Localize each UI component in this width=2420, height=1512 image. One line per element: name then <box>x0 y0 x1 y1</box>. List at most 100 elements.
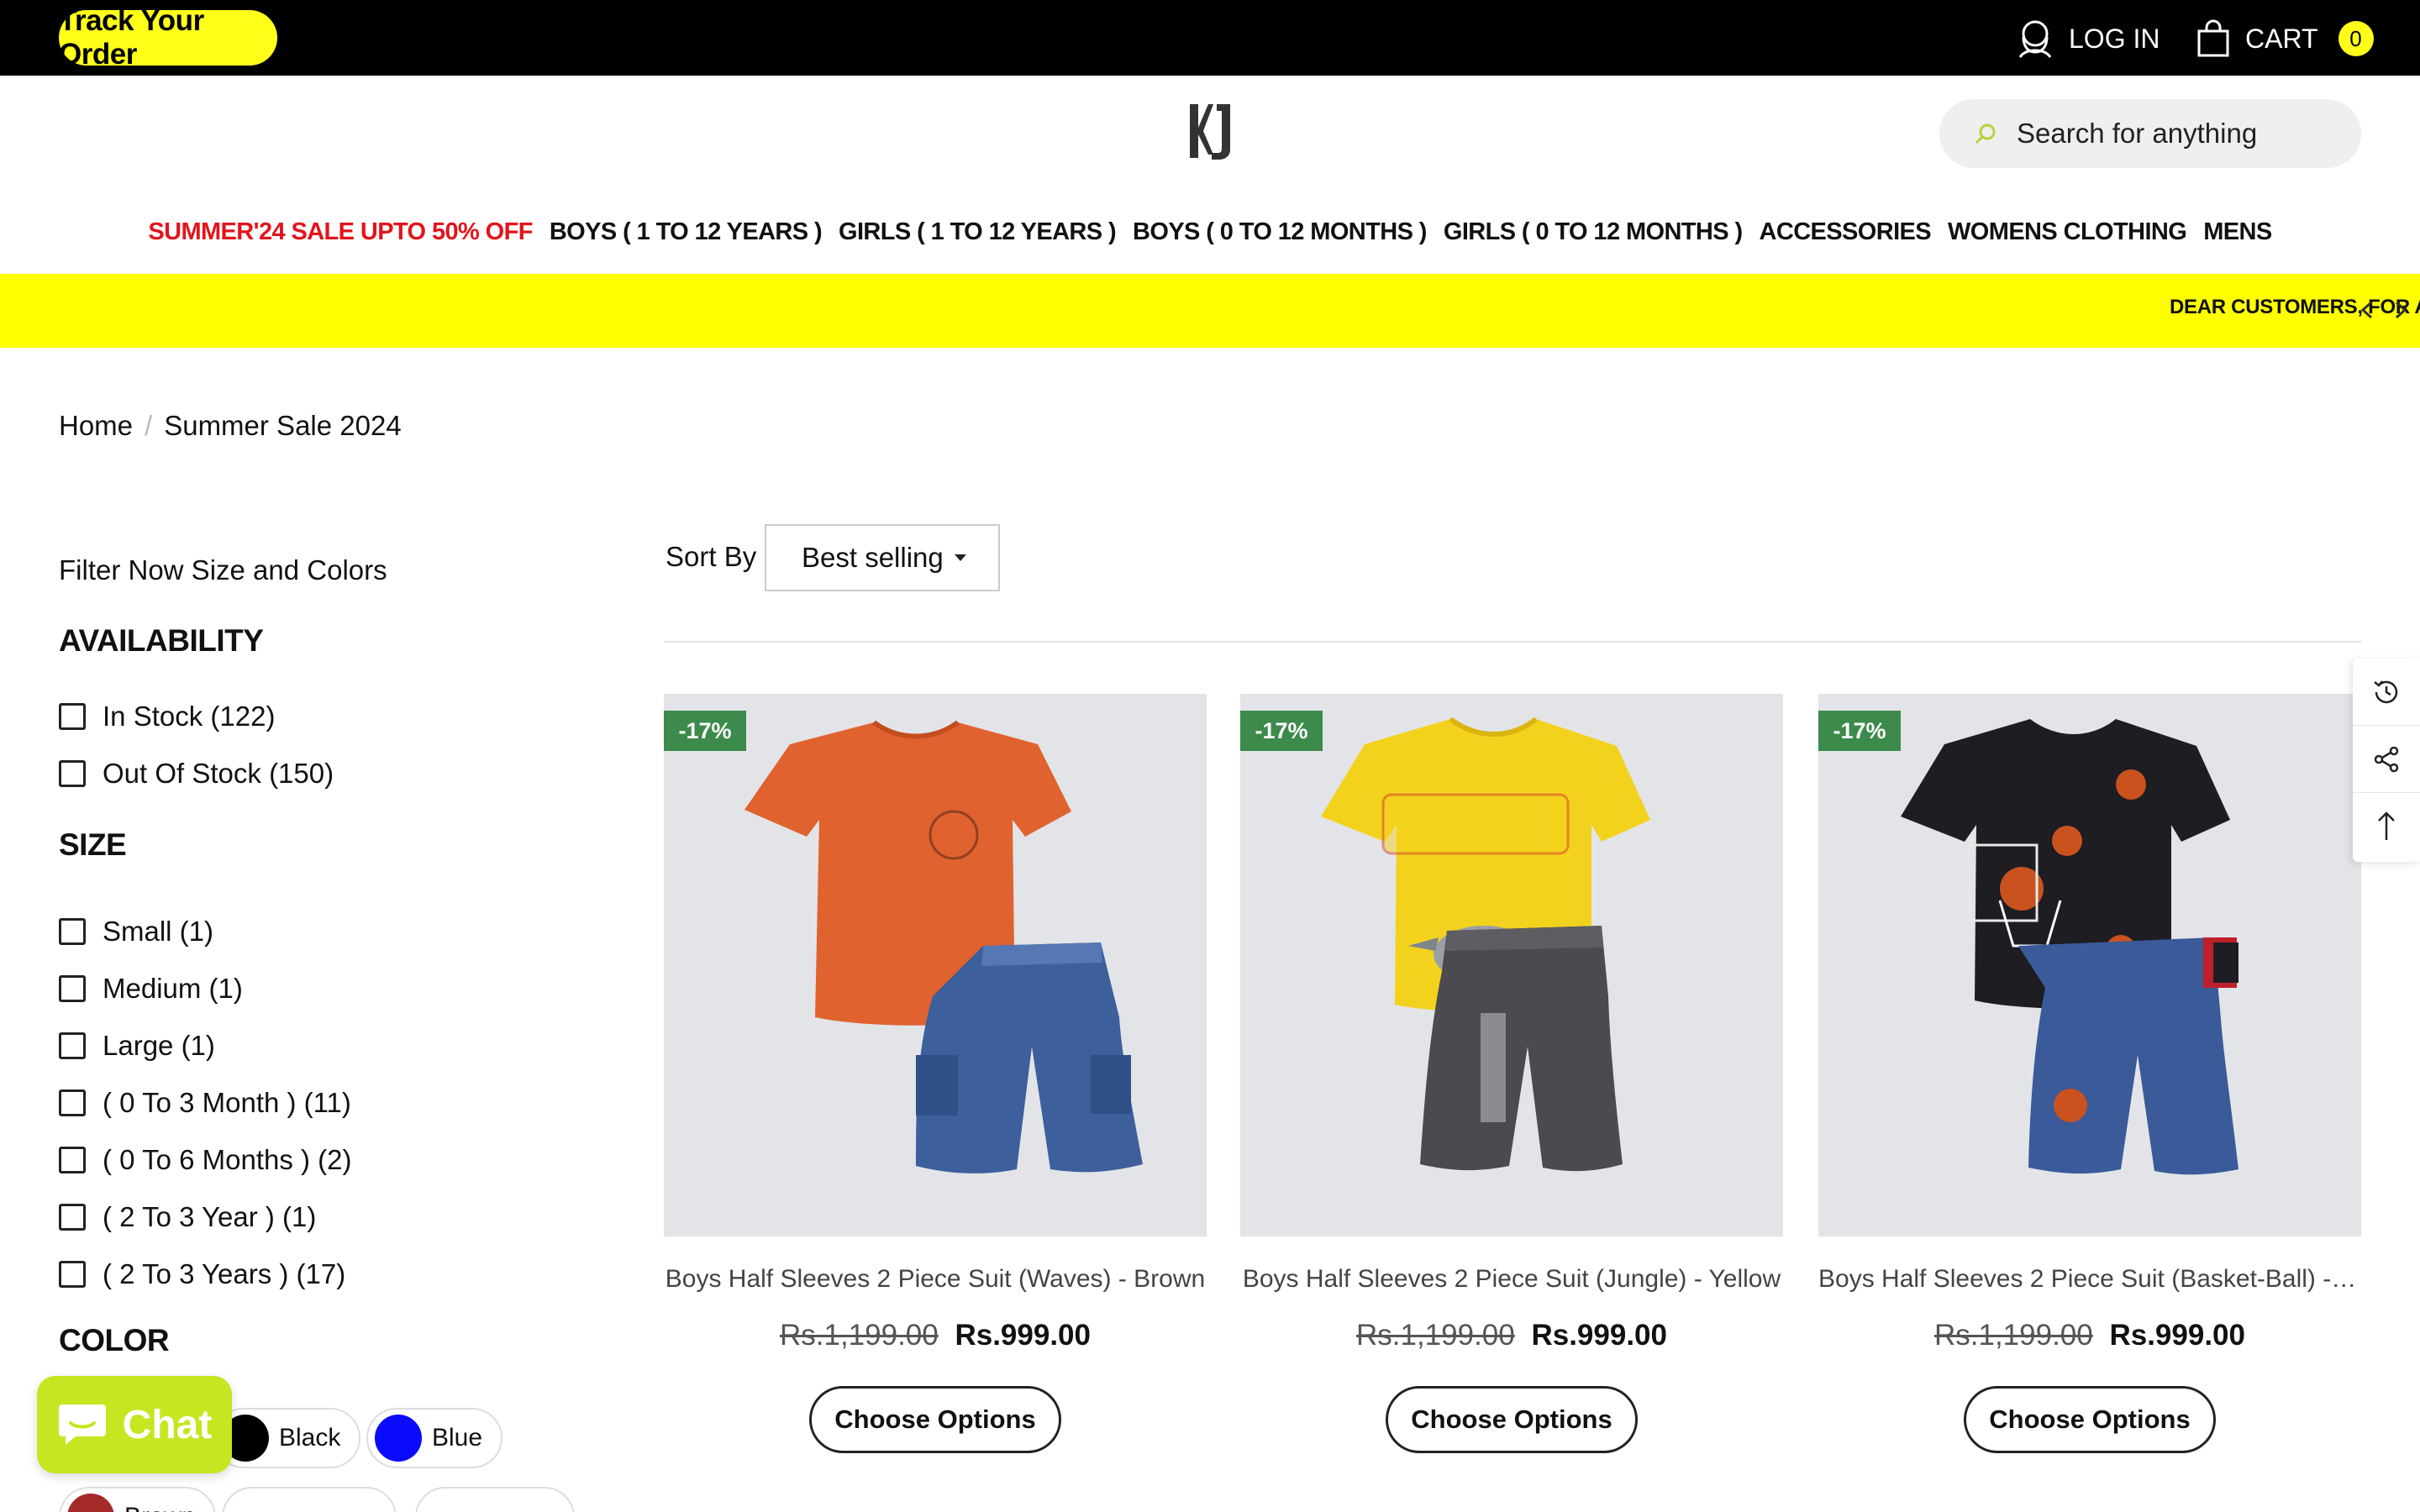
filter-label: ( 2 To 3 Year ) (1) <box>103 1201 317 1232</box>
compare-price: Rs.1,199.00 <box>1933 1319 2093 1352</box>
product-card[interactable]: -17% Boys Half Sleeves 2 Piece Suit (Bas… <box>1818 694 2361 1453</box>
checkbox[interactable] <box>59 1032 86 1059</box>
chat-bubble-icon <box>58 1404 106 1445</box>
sale-price: Rs.999.00 <box>1531 1319 1667 1352</box>
nav-item-summer-sale[interactable]: SUMMER'24 SALE UPTO 50% OFF <box>148 218 533 246</box>
filter-size-0-6-months[interactable]: ( 0 To 6 Months ) (2) <box>59 1144 352 1176</box>
price-row: Rs.1,199.00 Rs.999.00 <box>664 1319 1207 1352</box>
cart-label: CART <box>2245 23 2318 54</box>
product-card[interactable]: -17% Boys Half Sleeves 2 Piece Suit (Jun… <box>1240 694 1783 1453</box>
chevron-right-icon[interactable] <box>2391 294 2410 326</box>
product-image[interactable]: -17% <box>1818 694 2361 1236</box>
product-title[interactable]: Boys Half Sleeves 2 Piece Suit (Basket-B… <box>1818 1265 2361 1294</box>
user-icon <box>2018 20 2052 58</box>
color-dot <box>67 1494 114 1512</box>
filter-label: Large (1) <box>103 1030 215 1061</box>
color-label: Blue <box>432 1424 483 1452</box>
login-label: LOG IN <box>2069 23 2160 54</box>
filter-size-2-3-years[interactable]: ( 2 To 3 Years ) (17) <box>59 1258 345 1290</box>
chevron-left-icon[interactable] <box>2358 294 2376 326</box>
price-row: Rs.1,199.00 Rs.999.00 <box>1818 1319 2361 1352</box>
store-logo[interactable] <box>1185 101 1235 161</box>
nav-item-girls-0-12-months[interactable]: GIRLS ( 0 TO 12 MONTHS ) <box>1444 218 1743 246</box>
color-heading[interactable]: COLOR <box>59 1323 170 1358</box>
nav-item-boys-1-12-years[interactable]: BOYS ( 1 TO 12 YEARS ) <box>550 218 823 246</box>
choose-options-button[interactable]: Choose Options <box>1386 1386 1638 1453</box>
sort-value: Best selling <box>802 542 944 573</box>
filter-label: Small (1) <box>103 916 214 947</box>
filter-label: ( 0 To 3 Month ) (11) <box>103 1087 351 1118</box>
product-photo-illustration <box>744 720 1143 1173</box>
color-swatch[interactable] <box>415 1487 575 1512</box>
availability-heading[interactable]: AVAILABILITY <box>59 623 264 659</box>
chat-button[interactable]: Chat <box>37 1376 232 1473</box>
filter-in-stock[interactable]: In Stock (122) <box>59 701 275 732</box>
filter-label: ( 2 To 3 Years ) (17) <box>103 1258 346 1289</box>
checkbox[interactable] <box>59 1089 86 1116</box>
choose-options-button[interactable]: Choose Options <box>1964 1386 2216 1453</box>
color-dot <box>375 1415 422 1462</box>
discount-badge: -17% <box>1240 711 1323 751</box>
color-label: Black <box>279 1424 341 1452</box>
track-order-button[interactable]: Track Your Order <box>59 4 277 71</box>
share-button[interactable] <box>2353 726 2420 793</box>
color-swatch[interactable] <box>222 1487 397 1512</box>
checkbox[interactable] <box>59 975 86 1002</box>
breadcrumb-home[interactable]: Home <box>59 410 133 442</box>
checkbox[interactable] <box>59 1147 86 1173</box>
floating-toolbar <box>2353 659 2420 862</box>
product-card[interactable]: -17% Boys Half Sleeves 2 Piece Suit (Wav… <box>664 694 1207 1453</box>
search-bar[interactable] <box>1939 99 2361 168</box>
compare-price: Rs.1,199.00 <box>1355 1319 1515 1352</box>
nav-item-girls-1-12-years[interactable]: GIRLS ( 1 TO 12 YEARS ) <box>839 218 1117 246</box>
product-image[interactable]: -17% <box>664 694 1207 1236</box>
checkbox[interactable] <box>59 1204 86 1231</box>
checkbox[interactable] <box>59 1261 86 1288</box>
color-swatch-blue[interactable]: Blue <box>366 1408 503 1468</box>
checkbox[interactable] <box>59 760 86 787</box>
nav-item-womens-clothing[interactable]: WOMENS CLOTHING <box>1948 218 2187 246</box>
arrow-up-icon <box>2378 811 2395 840</box>
announcement-bar: DEAR CUSTOMERS, FOR A <box>0 274 2420 348</box>
product-title[interactable]: Boys Half Sleeves 2 Piece Suit (Jungle) … <box>1240 1265 1783 1294</box>
login-link[interactable]: LOG IN <box>2017 17 2160 60</box>
filter-label: Medium (1) <box>103 973 243 1004</box>
filter-size-0-3-month[interactable]: ( 0 To 3 Month ) (11) <box>59 1087 351 1119</box>
filter-out-of-stock[interactable]: Out Of Stock (150) <box>59 758 334 790</box>
sort-label: Sort By <box>666 541 757 572</box>
breadcrumb: Home / Summer Sale 2024 <box>59 410 402 442</box>
search-icon[interactable] <box>1973 121 1998 146</box>
product-title[interactable]: Boys Half Sleeves 2 Piece Suit (Waves) -… <box>664 1265 1207 1294</box>
color-swatch-brown[interactable]: Brown <box>59 1487 217 1512</box>
filter-size-small[interactable]: Small (1) <box>59 916 213 948</box>
nav-item-accessories[interactable]: ACCESSORIES <box>1760 218 1932 246</box>
color-label: Brown <box>124 1503 196 1512</box>
recently-viewed-button[interactable] <box>2353 659 2420 726</box>
nav-item-mens[interactable]: MENS <box>2203 218 2272 246</box>
sale-price: Rs.999.00 <box>955 1319 1091 1352</box>
filter-size-medium[interactable]: Medium (1) <box>59 973 243 1005</box>
breadcrumb-separator: / <box>145 410 153 441</box>
filter-label: ( 0 To 6 Months ) (2) <box>103 1144 352 1175</box>
product-image[interactable]: -17% <box>1240 694 1783 1236</box>
cart-link[interactable]: CART 0 <box>2196 15 2374 62</box>
filter-size-large[interactable]: Large (1) <box>59 1030 215 1062</box>
chat-label: Chat <box>122 1402 213 1447</box>
checkbox[interactable] <box>59 918 86 945</box>
history-icon <box>2374 680 2398 703</box>
search-input[interactable] <box>2017 118 2336 150</box>
nav-item-boys-0-12-months[interactable]: BOYS ( 0 TO 12 MONTHS ) <box>1133 218 1427 246</box>
toolbar-divider <box>664 641 2361 643</box>
size-heading[interactable]: SIZE <box>59 827 127 863</box>
back-to-top-button[interactable] <box>2353 793 2420 860</box>
compare-price: Rs.1,199.00 <box>779 1319 939 1352</box>
filter-size-2-3-year[interactable]: ( 2 To 3 Year ) (1) <box>59 1201 316 1233</box>
product-photo-illustration <box>1901 719 2238 1175</box>
checkbox[interactable] <box>59 703 86 730</box>
sort-dropdown[interactable]: Best selling <box>765 524 1000 591</box>
choose-options-button[interactable]: Choose Options <box>809 1386 1061 1453</box>
color-swatch-black[interactable]: Black <box>213 1408 361 1468</box>
breadcrumb-current: Summer Sale 2024 <box>164 410 402 441</box>
cart-count-badge: 0 <box>2338 21 2374 56</box>
filter-heading: Filter Now Size and Colors <box>59 554 387 585</box>
